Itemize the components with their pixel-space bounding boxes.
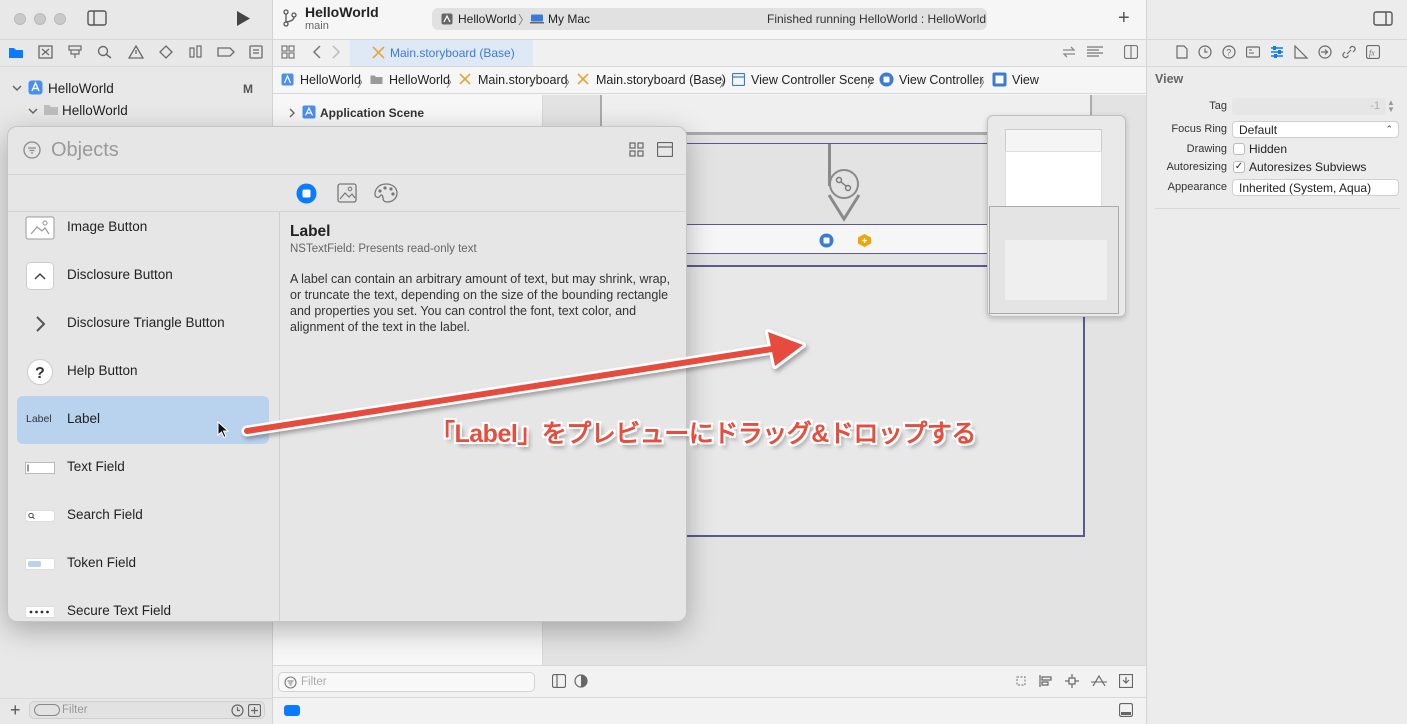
instruction-annotation: 「Label」をプレビューにドラッグ&ドロップする <box>430 420 976 448</box>
drag-arrow <box>241 329 806 437</box>
